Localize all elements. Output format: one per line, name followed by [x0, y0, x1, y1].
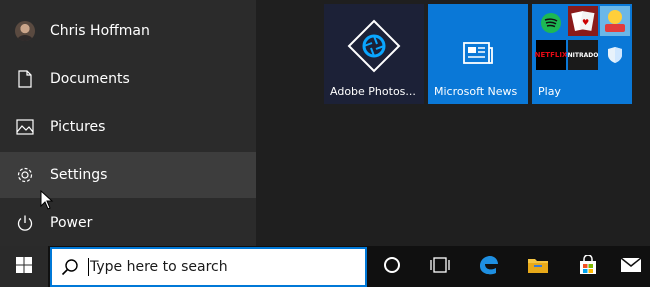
news-icon — [463, 42, 493, 68]
user-account-item[interactable]: Chris Hoffman — [0, 8, 256, 54]
file-explorer-button[interactable] — [514, 246, 562, 287]
search-icon — [52, 258, 88, 276]
avatar — [15, 21, 35, 41]
search-input[interactable] — [90, 259, 350, 275]
nitrado-icon: NITRADO — [568, 40, 598, 70]
cortana-button[interactable] — [368, 246, 416, 287]
windows-logo-icon — [16, 256, 32, 277]
cortana-icon — [383, 256, 401, 278]
shield-icon — [600, 40, 630, 70]
rail-item-label: Power — [50, 215, 93, 231]
store-icon — [578, 253, 598, 279]
gear-icon — [0, 166, 50, 184]
netflix-icon: NETFLIX — [535, 40, 567, 70]
document-icon — [0, 70, 50, 88]
start-menu: Chris Hoffman Documents Pictures Setting… — [0, 0, 650, 246]
solitaire-icon: ♥ — [568, 6, 598, 36]
start-button[interactable] — [0, 246, 48, 287]
tile-label: Play — [538, 85, 561, 98]
tile-adobe-photoshop-express[interactable]: Adobe Photos... — [324, 4, 424, 104]
file-explorer-icon — [527, 256, 549, 278]
rail-item-label: Settings — [50, 167, 108, 183]
taskbar — [0, 246, 650, 287]
svg-text:♥: ♥ — [582, 18, 589, 27]
start-left-rail: Chris Hoffman Documents Pictures Setting… — [0, 0, 256, 246]
taskbar-search-box[interactable] — [50, 247, 367, 287]
edge-icon — [477, 254, 499, 280]
store-button[interactable] — [564, 246, 612, 287]
adobe-photoshop-express-icon — [346, 18, 402, 78]
user-name: Chris Hoffman — [50, 23, 150, 39]
pictures-icon — [0, 119, 50, 135]
tile-label: Adobe Photos... — [330, 85, 416, 98]
mouse-pointer-icon — [40, 189, 54, 214]
tile-label: Microsoft News — [434, 85, 518, 98]
tile-microsoft-news[interactable]: Microsoft News — [428, 4, 528, 104]
power-icon — [0, 214, 50, 232]
rail-item-label: Documents — [50, 71, 130, 87]
rail-item-settings[interactable]: Settings — [0, 152, 256, 198]
mail-button[interactable] — [612, 246, 650, 287]
rail-item-label: Pictures — [50, 119, 106, 135]
rail-item-documents[interactable]: Documents — [0, 56, 256, 102]
edge-button[interactable] — [464, 246, 512, 287]
task-view-button[interactable] — [416, 246, 464, 287]
spotify-icon — [536, 8, 566, 38]
tile-play-folder[interactable]: ♥ NETFLIX NITRADO Play — [532, 4, 632, 104]
rail-item-pictures[interactable]: Pictures — [0, 104, 256, 150]
rail-item-power[interactable]: Power — [0, 200, 256, 246]
friends-game-icon — [600, 6, 630, 36]
text-caret — [88, 258, 89, 276]
task-view-icon — [430, 256, 450, 278]
mail-icon — [620, 256, 642, 277]
